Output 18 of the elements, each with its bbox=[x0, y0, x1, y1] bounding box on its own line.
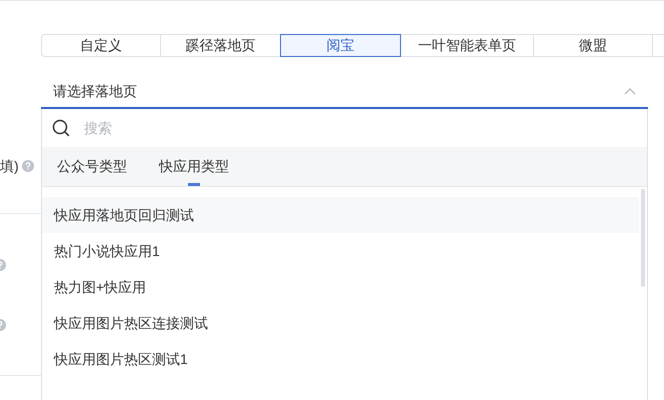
option-item[interactable]: 快应用落地页回归测试 bbox=[42, 197, 639, 233]
option-item[interactable]: 快应用图片热区测试1 bbox=[42, 341, 639, 377]
tab[interactable]: 阅宝 bbox=[280, 34, 401, 57]
field-label: 填) bbox=[0, 156, 19, 176]
tab[interactable]: 自定义 bbox=[41, 34, 161, 57]
type-tab[interactable]: 快应用类型 bbox=[159, 147, 229, 186]
type-tab[interactable]: 公众号类型 bbox=[57, 147, 127, 186]
tab[interactable]: 一叶智能表单页 bbox=[400, 34, 534, 57]
tab[interactable]: 微盟 bbox=[533, 34, 653, 57]
option-item[interactable]: 热力图+快应用 bbox=[42, 269, 639, 305]
scrollbar[interactable] bbox=[641, 189, 645, 287]
option-item[interactable]: 热门小说快应用1 bbox=[42, 233, 639, 269]
option-item[interactable]: 快应用图片热区连接测试 bbox=[42, 305, 639, 341]
search-field[interactable]: 搜索 bbox=[84, 118, 637, 138]
tab[interactable]: 蹊径落地页 bbox=[160, 34, 281, 57]
search-icon bbox=[52, 119, 70, 137]
chevron-up-icon bbox=[624, 88, 636, 94]
help-icon bbox=[22, 160, 34, 172]
